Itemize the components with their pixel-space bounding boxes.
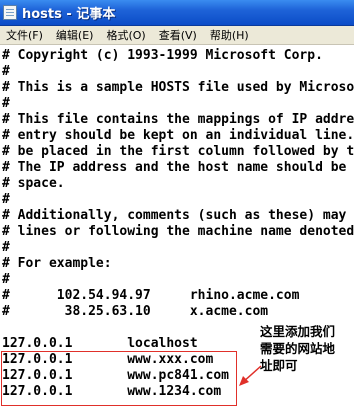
editor-line: # The IP address and the host name shoul… [2,160,347,175]
annotation-note: 这里添加我们 需要的网站地 址即可 [260,323,354,374]
menu-help[interactable]: 帮助(H) [206,27,253,43]
annotation-line: 需要的网站地 [260,341,336,356]
window-title: hosts - 记事本 [22,7,116,22]
editor-line: # 102.54.94.97 rhino.acme.com # source s… [2,288,300,303]
menu-file[interactable]: 文件(F) [2,27,47,43]
editor-line: # be placed in the first column followed… [2,144,354,159]
editor-line: # entry should be kept on an individual … [2,128,354,143]
editor-line: # space. [2,176,65,191]
editor-line: 127.0.0.1 localhost [2,336,198,351]
editor-line: # [2,96,10,111]
editor-line: # 38.25.63.10 x.acme.com # x client host [2,304,269,319]
menu-edit[interactable]: 编辑(E) [52,27,98,43]
highlight-box [1,351,237,406]
editor-line: # [2,240,10,255]
editor-line: # This file contains the mappings of IP … [2,112,354,127]
editor-line: # [2,64,10,79]
annotation-line: 址即可 [260,358,298,373]
editor-line: # This is a sample HOSTS file used by Mi… [2,80,354,95]
notepad-icon [3,5,17,20]
editor-line: # Copyright (c) 1993-1999 Microsoft Corp… [2,48,323,63]
editor-line: # Additionally, comments (such as these)… [2,208,347,223]
editor-line: # [2,272,10,287]
editor-line: # [2,192,10,207]
menu-view[interactable]: 查看(V) [155,27,201,43]
annotation-line: 这里添加我们 [260,324,336,339]
menu-format[interactable]: 格式(O) [102,27,149,43]
menu-bar: 文件(F) 编辑(E) 格式(O) 查看(V) 帮助(H) [0,26,354,45]
editor-line: # lines or following the machine name de… [2,224,354,239]
editor-line: # For example: [2,256,112,271]
window-titlebar[interactable]: hosts - 记事本 [0,0,354,26]
